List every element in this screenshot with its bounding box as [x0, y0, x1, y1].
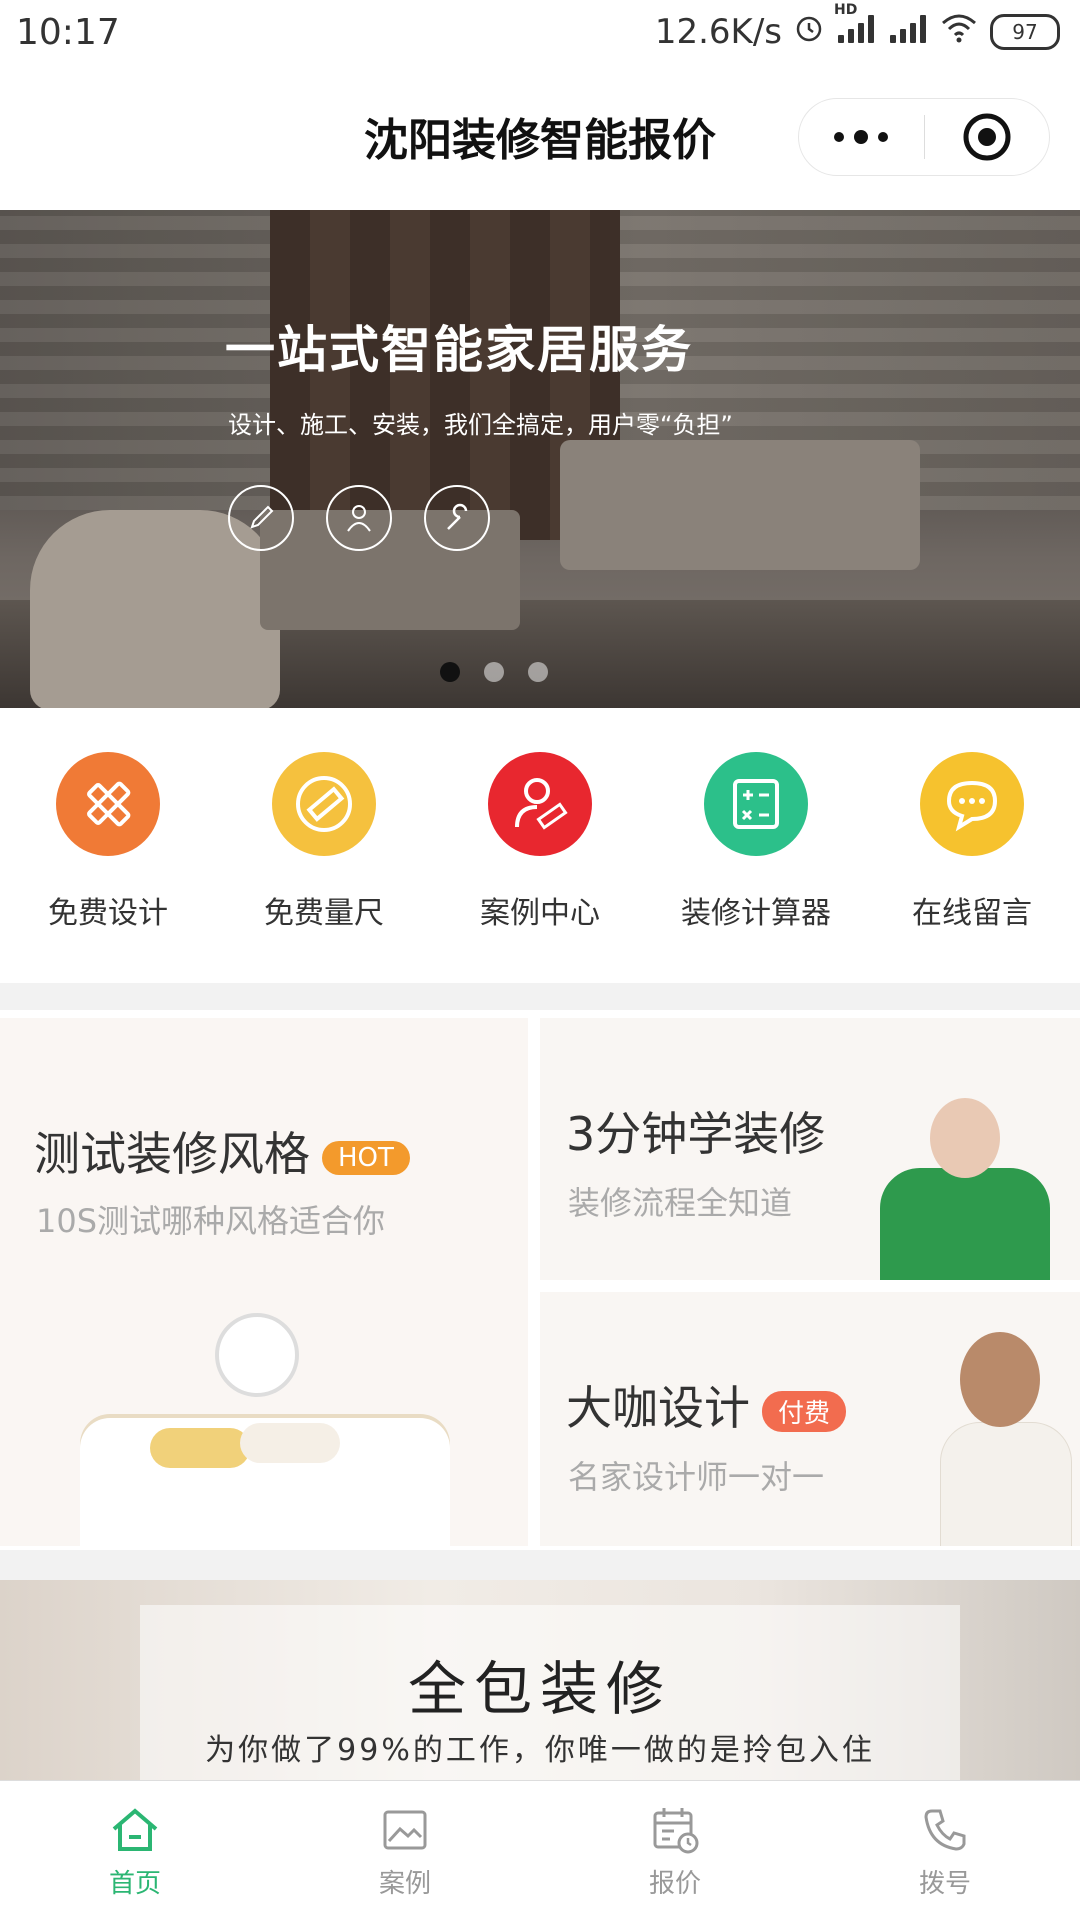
designer-card[interactable]: 大咖设计 付费 名家设计师一对一	[540, 1292, 1080, 1546]
card-subtitle: 名家设计师一对一	[568, 1458, 825, 1496]
quick-action-message[interactable]: 在线留言	[864, 708, 1080, 983]
user-ruler-icon	[488, 752, 592, 856]
quick-action-label: 装修计算器	[681, 896, 831, 931]
tab-label: 案例	[378, 1869, 431, 1899]
designer-illustration	[940, 1422, 1072, 1546]
quick-action-label: 在线留言	[912, 896, 1032, 931]
tab-label: 拨号	[918, 1869, 971, 1899]
phone-icon	[924, 1809, 966, 1851]
banner-service-icons	[228, 485, 490, 551]
quick-action-label: 案例中心	[480, 896, 600, 931]
quick-action-calculator[interactable]: 装修计算器	[648, 708, 864, 983]
calculator-icon	[704, 752, 808, 856]
image-icon	[383, 1810, 427, 1850]
quick-action-label: 免费量尺	[264, 896, 384, 931]
quick-action-label: 免费设计	[48, 896, 168, 931]
tab-quote[interactable]: 报价	[540, 1781, 810, 1921]
hot-badge: HOT	[322, 1140, 410, 1175]
ruler-pencil-icon	[56, 752, 160, 856]
tab-dial[interactable]: 拨号	[810, 1781, 1080, 1921]
wifi-icon	[940, 12, 978, 52]
home-icon	[112, 1808, 158, 1851]
quick-action-case-center[interactable]: 案例中心	[432, 708, 648, 983]
card-subtitle: 装修流程全知道	[568, 1184, 793, 1222]
more-menu-button[interactable]	[799, 99, 924, 175]
full-package-banner[interactable]: 全包装修 为你做了99%的工作，你唯一做的是拎包入住	[0, 1580, 1080, 1780]
quick-action-free-measure[interactable]: 免费量尺	[216, 708, 432, 983]
banner-carousel[interactable]: 一站式智能家居服务 设计、施工、安装，我们全搞定，用户零“负担”	[0, 210, 1080, 708]
bottom-tab-bar: 首页 案例 报价 拨号	[0, 1780, 1080, 1921]
wrench-icon	[424, 485, 490, 551]
signal-icon	[888, 12, 928, 52]
carousel-dot[interactable]	[440, 662, 460, 682]
style-test-card[interactable]: 测试装修风格 HOT 10S测试哪种风格适合你	[0, 1018, 528, 1546]
more-dot-icon	[854, 130, 869, 144]
status-bar: 10:17 12.6K/s HD 97	[0, 0, 1080, 70]
status-icons: 12.6K/s HD 97	[654, 2, 1060, 52]
card-subtitle: 10S测试哪种风格适合你	[36, 1202, 386, 1240]
tab-label: 首页	[108, 1869, 161, 1899]
carousel-dot[interactable]	[528, 662, 548, 682]
feature-cards: 测试装修风格 HOT 10S测试哪种风格适合你 3分钟学装修 装修流程全知道 大咖…	[0, 1010, 1080, 1550]
carousel-dot[interactable]	[484, 662, 504, 682]
designer-head-illustration	[960, 1332, 1040, 1427]
pillow-illustration	[150, 1428, 250, 1468]
close-mini-program-button[interactable]	[925, 99, 1050, 175]
hd-signal-icon: HD	[834, 2, 876, 52]
promo-title: 全包装修	[407, 1655, 672, 1723]
status-time: 10:17	[16, 12, 120, 53]
battery-indicator: 97	[990, 14, 1060, 50]
person-icon	[326, 485, 392, 551]
learn-decoration-card[interactable]: 3分钟学装修 装修流程全知道	[540, 1018, 1080, 1280]
clock-illustration	[215, 1313, 299, 1397]
person-illustration	[880, 1168, 1050, 1280]
tab-label: 报价	[648, 1869, 701, 1899]
tab-cases[interactable]: 案例	[270, 1781, 540, 1921]
tab-home[interactable]: 首页	[0, 1781, 270, 1921]
person-head-illustration	[930, 1098, 1000, 1178]
mini-program-capsule	[798, 98, 1050, 176]
card-title: 3分钟学装修	[566, 1107, 826, 1161]
quick-actions: 免费设计 免费量尺 案例中心 装修计算器 在线留言	[0, 708, 1080, 983]
ruler-no-icon	[272, 752, 376, 856]
chat-bubble-icon	[920, 752, 1024, 856]
network-speed: 12.6K/s	[654, 12, 782, 52]
paid-badge: 付费	[762, 1391, 847, 1432]
quick-action-free-design[interactable]: 免费设计	[0, 708, 216, 983]
banner-title: 一站式智能家居服务	[225, 321, 693, 379]
pillow-illustration	[240, 1423, 340, 1463]
carousel-indicator	[440, 662, 548, 682]
promo-subtitle: 为你做了99%的工作，你唯一做的是拎包入住	[205, 1733, 875, 1768]
more-dot-icon	[878, 132, 889, 142]
nav-bar: 沈阳装修智能报价	[0, 70, 1080, 211]
card-title: 测试装修风格 HOT	[34, 1118, 410, 1184]
more-dot-icon	[834, 132, 845, 142]
banner-subtitle: 设计、施工、安装，我们全搞定，用户零“负担”	[228, 411, 733, 439]
alarm-icon	[794, 12, 824, 52]
target-close-icon	[963, 113, 1011, 161]
calendar-icon	[653, 1808, 699, 1854]
pencil-icon	[228, 485, 294, 551]
banner-sofa	[560, 440, 920, 570]
card-title: 大咖设计 付费	[566, 1372, 847, 1438]
